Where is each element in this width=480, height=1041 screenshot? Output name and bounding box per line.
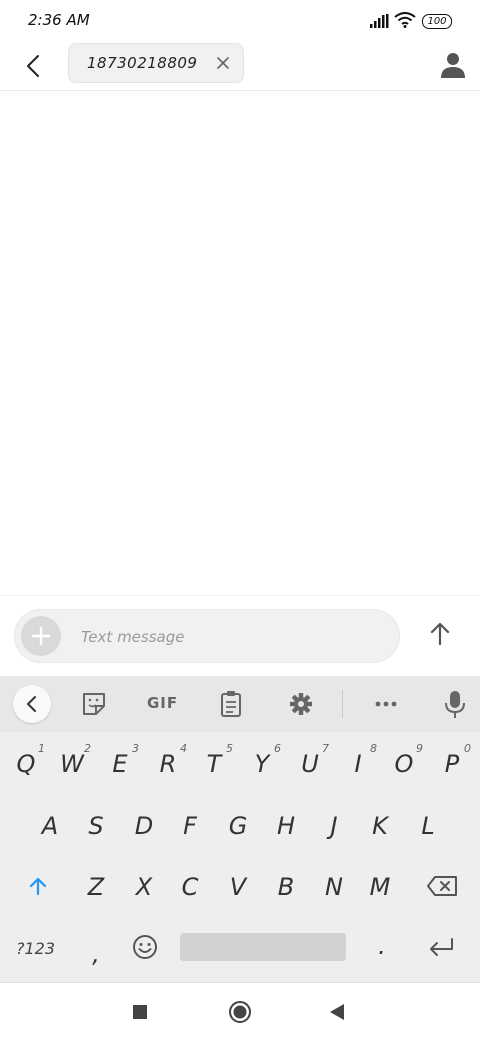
- key-s[interactable]: S: [76, 812, 116, 840]
- key-n[interactable]: N: [314, 873, 354, 901]
- recents-square-icon[interactable]: [132, 1004, 148, 1020]
- key-hint-7: 7: [322, 742, 329, 755]
- status-bar: 2:36 AM 100: [0, 0, 480, 42]
- plus-icon: [31, 626, 51, 646]
- close-icon[interactable]: [213, 53, 233, 73]
- back-arrow-icon[interactable]: [20, 52, 48, 80]
- message-placeholder: Text message: [81, 628, 185, 646]
- key-hint-3: 3: [132, 742, 139, 755]
- clipboard-icon[interactable]: [218, 688, 244, 720]
- wifi-icon: [394, 12, 416, 28]
- key-j[interactable]: J: [314, 812, 354, 840]
- compose-divider: [0, 595, 480, 596]
- key-hint-4: 4: [180, 742, 187, 755]
- microphone-icon[interactable]: [442, 688, 468, 720]
- key-d[interactable]: D: [124, 812, 164, 840]
- chevron-left-icon: [27, 696, 36, 712]
- navigation-bar: [0, 982, 480, 1041]
- key-h[interactable]: H: [266, 812, 306, 840]
- battery-indicator: 100: [422, 14, 452, 29]
- key-x[interactable]: X: [124, 873, 164, 901]
- key-hint-2: 2: [84, 742, 91, 755]
- key-l[interactable]: L: [408, 812, 448, 840]
- key-hint-9: 9: [416, 742, 423, 755]
- key-k[interactable]: K: [360, 812, 400, 840]
- key-c[interactable]: C: [170, 873, 210, 901]
- key-v[interactable]: V: [218, 873, 258, 901]
- sticker-icon[interactable]: [80, 688, 108, 720]
- key-hint-6: 6: [274, 742, 281, 755]
- key-b[interactable]: B: [266, 873, 306, 901]
- recipient-number: 18730218809: [87, 54, 198, 72]
- key-z[interactable]: Z: [76, 873, 116, 901]
- compose-field[interactable]: Text message: [14, 609, 400, 663]
- key-hint-0: 0: [464, 742, 471, 755]
- attach-button[interactable]: [21, 616, 61, 656]
- send-arrow-icon[interactable]: [424, 618, 456, 650]
- emoji-icon[interactable]: [131, 933, 159, 961]
- backspace-icon[interactable]: [426, 875, 458, 897]
- more-options-icon[interactable]: [372, 688, 400, 720]
- keyboard-collapse-button[interactable]: [13, 685, 51, 723]
- key-f[interactable]: F: [170, 812, 210, 840]
- comma-key[interactable]: ,: [76, 940, 116, 968]
- period-key[interactable]: .: [362, 932, 402, 960]
- cell-signal-icon: [370, 14, 389, 28]
- key-hint-1: 1: [38, 742, 45, 755]
- back-triangle-icon[interactable]: [328, 1003, 346, 1021]
- status-time: 2:36 AM: [28, 11, 90, 29]
- conversation-header: 18730218809: [0, 42, 480, 91]
- key-hint-5: 5: [226, 742, 233, 755]
- gif-button[interactable]: GIF: [147, 694, 178, 712]
- key-hint-8: 8: [370, 742, 377, 755]
- key-m[interactable]: M: [360, 873, 400, 901]
- toolbar-divider: [342, 690, 343, 718]
- symbols-key[interactable]: ?123: [16, 939, 55, 958]
- gear-icon[interactable]: [287, 688, 315, 720]
- space-bar[interactable]: [180, 933, 346, 961]
- home-circle-icon[interactable]: [228, 1000, 252, 1024]
- key-a[interactable]: A: [30, 812, 70, 840]
- key-g[interactable]: G: [218, 812, 258, 840]
- shift-icon[interactable]: [26, 874, 50, 898]
- recipient-chip[interactable]: 18730218809: [68, 43, 244, 83]
- enter-icon[interactable]: [426, 935, 456, 959]
- contact-person-icon[interactable]: [440, 51, 466, 79]
